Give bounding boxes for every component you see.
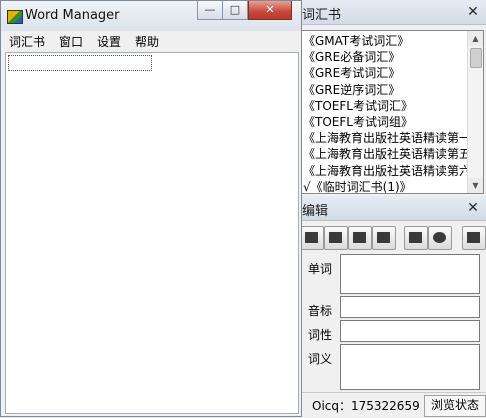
list-item[interactable]: 《上海教育出版社英语精读第六 — [301, 163, 469, 179]
part-of-speech-label: 词性 — [308, 328, 333, 342]
part-of-speech-field[interactable] — [340, 320, 480, 342]
close-icon[interactable]: ✕ — [248, 1, 292, 20]
status-bar: Oicq：175322659 浏览状态 — [296, 392, 486, 418]
menu-settings[interactable]: 设置 — [97, 33, 121, 50]
menu-window[interactable]: 窗口 — [59, 33, 83, 50]
first-icon — [305, 232, 318, 243]
edit-panel-close-icon[interactable]: ✕ — [464, 200, 482, 216]
scrollbar-thumb[interactable] — [470, 48, 482, 68]
word-field[interactable] — [340, 254, 480, 294]
list-item[interactable]: 《TOEFL考试词汇》 — [301, 98, 469, 114]
list-item[interactable]: 《上海教育出版社英语精读第一 — [301, 130, 469, 146]
browse-mode-badge[interactable]: 浏览状态 — [424, 395, 486, 417]
word-entry-input[interactable] — [8, 55, 152, 71]
background-panels: 词汇书 ✕ 《GMAT考试词汇》 《GRE必备词汇》 《GRE考试词汇》 《GR… — [296, 0, 486, 418]
prev-icon — [329, 232, 342, 243]
list-item[interactable]: 《GRE考试词汇》 — [301, 65, 469, 81]
list-item[interactable]: √《临时词汇书(1)》 — [301, 179, 469, 193]
app-logo-icon — [7, 10, 23, 24]
add-record-button[interactable] — [404, 226, 428, 250]
window-title: Word Manager — [25, 8, 120, 23]
oicq-status: Oicq：175322659 — [312, 399, 420, 413]
vocab-book-list[interactable]: 《GMAT考试词汇》 《GRE必备词汇》 《GRE考试词汇》 《GRE逆序词汇》… — [300, 30, 484, 194]
delete-record-button[interactable] — [428, 226, 452, 250]
main-titlebar[interactable]: Word Manager — □ ✕ — [1, 1, 301, 31]
menu-vocab-book[interactable]: 词汇书 — [9, 33, 45, 50]
menu-bar: 词汇书 窗口 设置 帮助 — [1, 31, 301, 51]
minimize-icon[interactable]: — — [197, 1, 223, 20]
meaning-field[interactable] — [340, 344, 480, 390]
forward-button[interactable] — [462, 226, 486, 250]
list-item[interactable]: 《GRE必备词汇》 — [301, 49, 469, 65]
main-client-area[interactable] — [5, 52, 299, 414]
next-record-button[interactable] — [348, 226, 372, 250]
phonetic-field[interactable] — [340, 296, 480, 318]
list-item[interactable]: 《TOEFL考试词组》 — [301, 114, 469, 130]
menu-help[interactable]: 帮助 — [135, 33, 159, 50]
next-icon — [353, 232, 366, 243]
edit-panel-titlebar[interactable]: 编辑 ✕ — [296, 196, 486, 221]
vocab-panel-titlebar[interactable]: 词汇书 ✕ — [296, 0, 486, 25]
vocab-list-scrollbar[interactable]: ▲ ▼ — [467, 31, 483, 193]
phonetic-label: 音标 — [308, 304, 333, 318]
last-icon — [377, 232, 390, 243]
scroll-up-icon[interactable]: ▲ — [468, 31, 483, 46]
maximize-icon[interactable]: □ — [222, 1, 248, 20]
main-window: Word Manager — □ ✕ 词汇书 窗口 设置 帮助 — [0, 0, 302, 417]
add-icon — [409, 232, 422, 243]
vocab-panel-close-icon[interactable]: ✕ — [464, 4, 482, 20]
vocab-panel-title: 词汇书 — [302, 8, 342, 23]
first-record-button[interactable] — [300, 226, 324, 250]
last-record-button[interactable] — [372, 226, 396, 250]
list-item[interactable]: 《上海教育出版社英语精读第五 — [301, 146, 469, 162]
circle-icon — [433, 232, 446, 243]
prev-record-button[interactable] — [324, 226, 348, 250]
edit-panel-title: 编辑 — [302, 204, 329, 219]
forward-icon — [467, 232, 480, 243]
word-label: 单词 — [308, 262, 333, 276]
list-item[interactable]: 《GRE逆序词汇》 — [301, 82, 469, 98]
scroll-down-icon[interactable]: ▼ — [468, 178, 483, 193]
meaning-label: 词义 — [308, 352, 333, 366]
list-item[interactable]: 《GMAT考试词汇》 — [301, 33, 469, 49]
edit-toolbar — [300, 226, 486, 250]
